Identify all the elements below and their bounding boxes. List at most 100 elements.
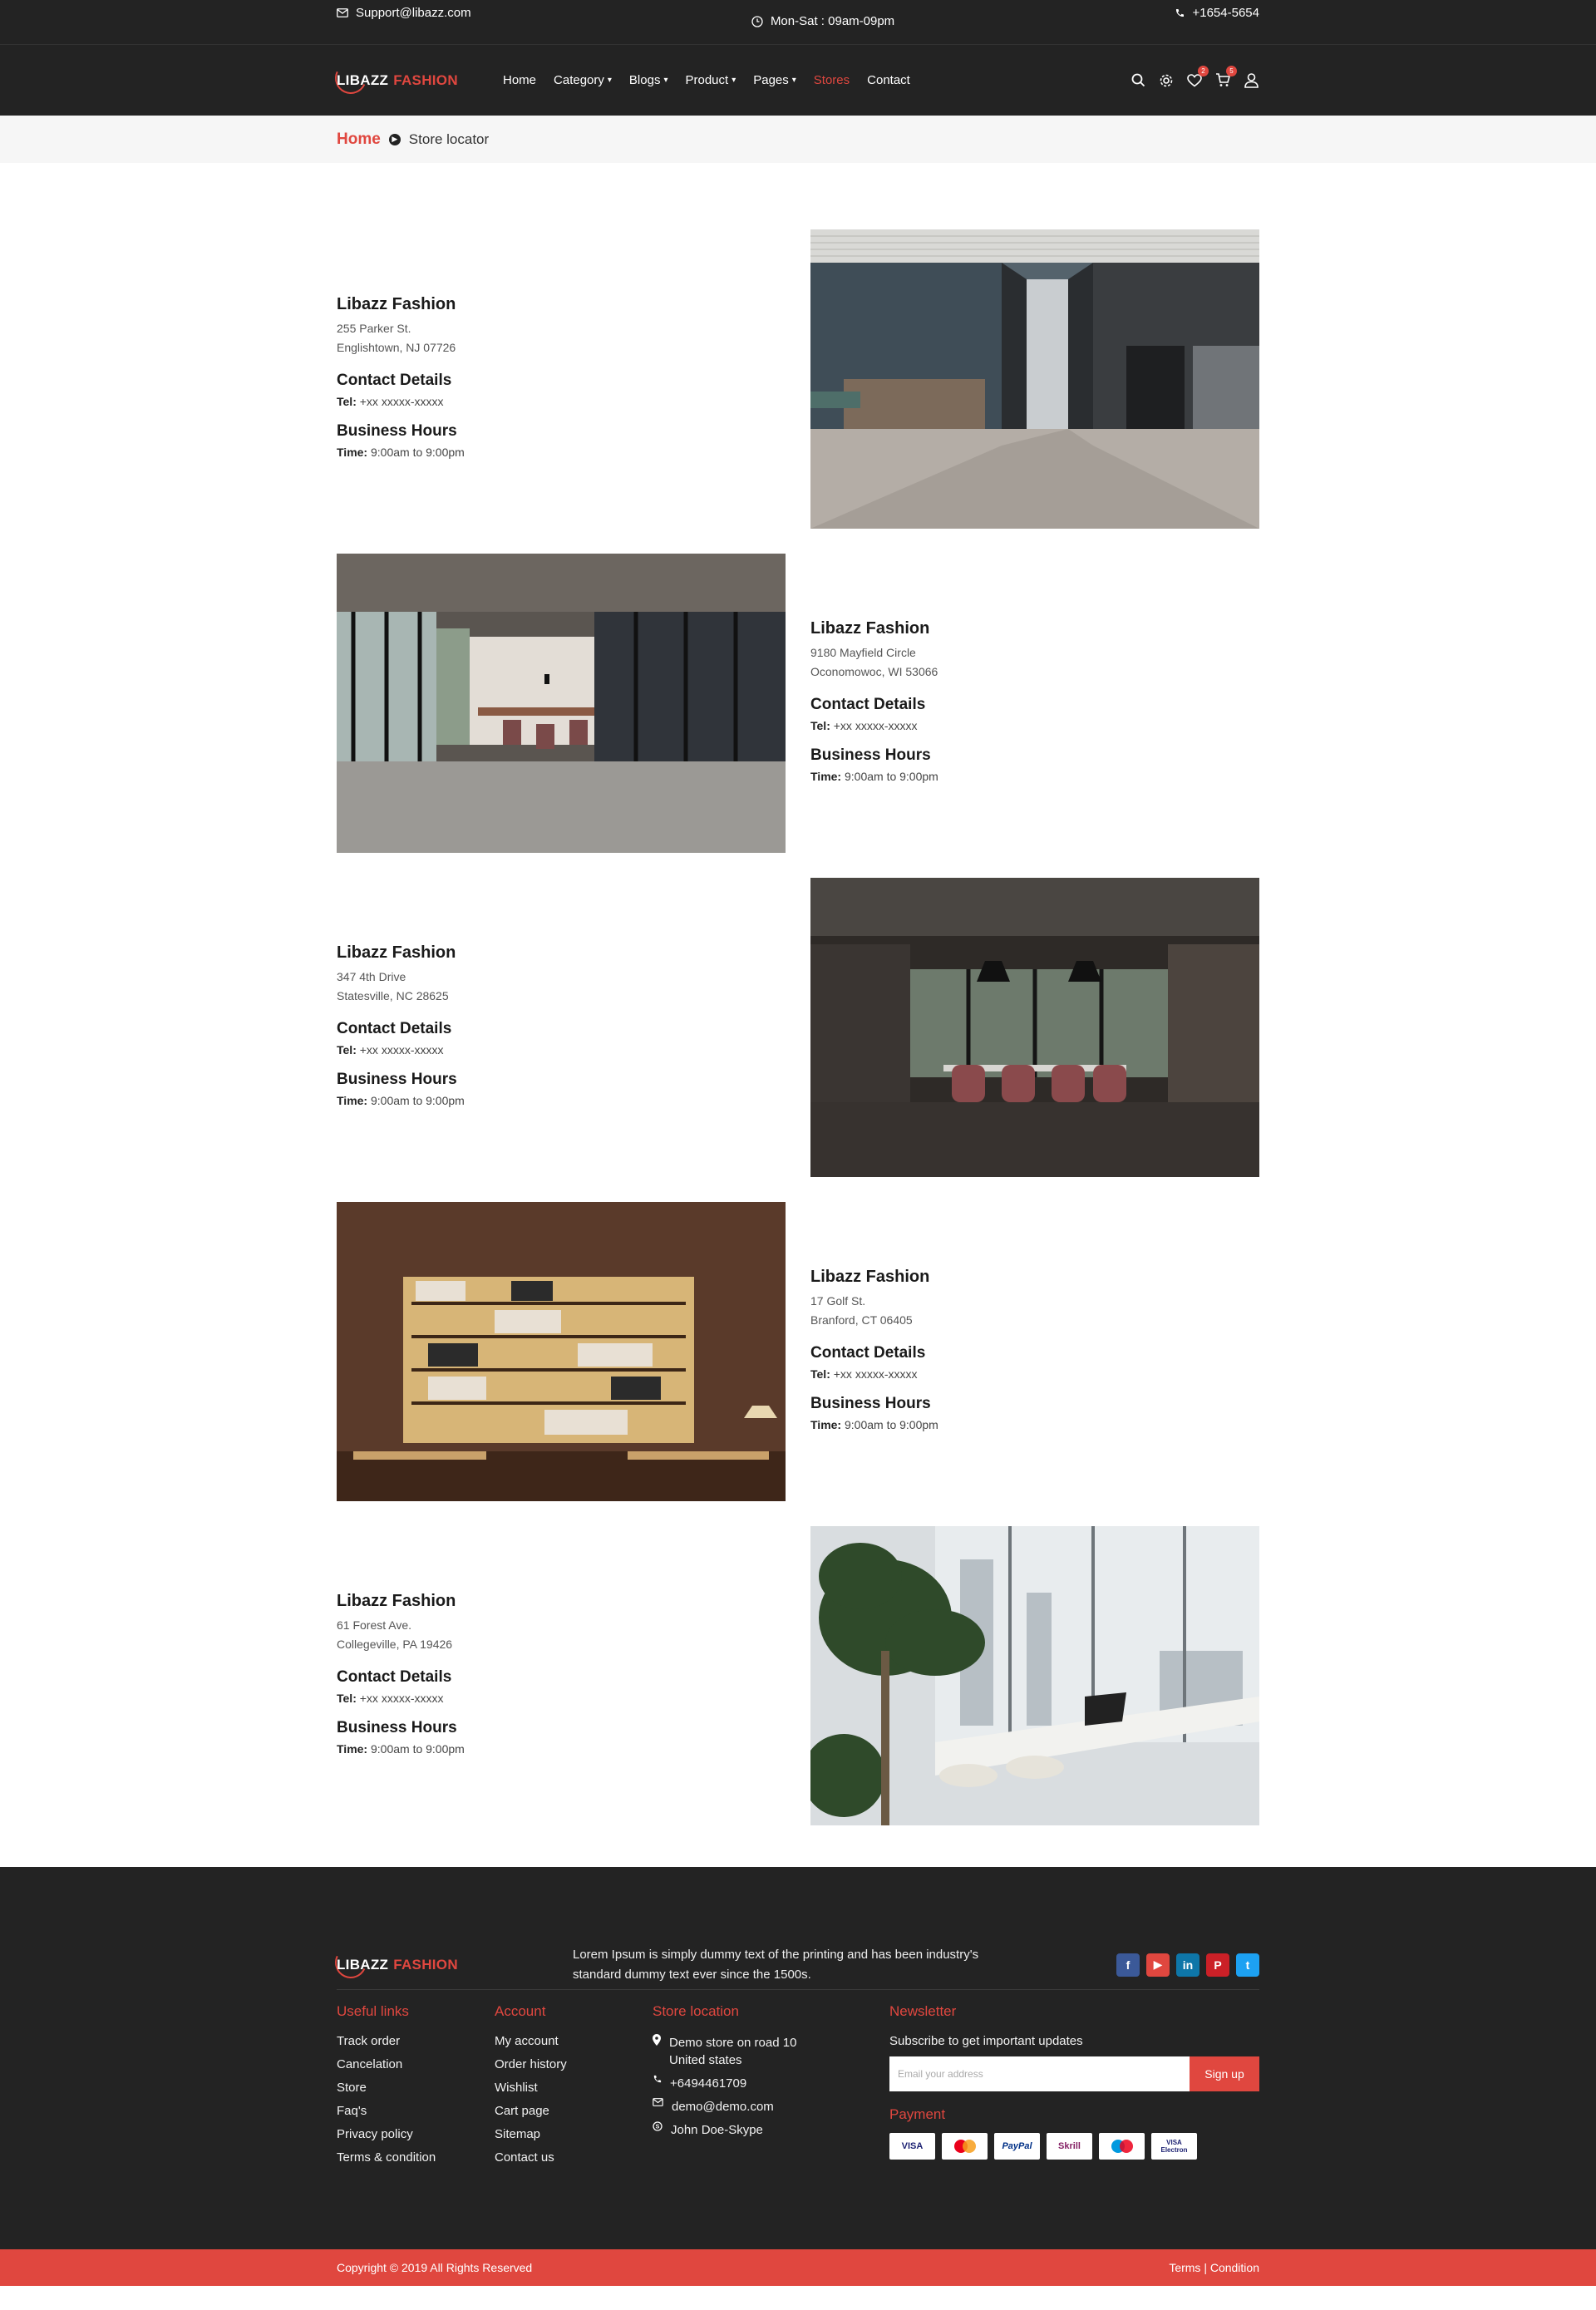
address-line-2: United states bbox=[669, 2053, 742, 2067]
store-tel: Tel: +xx xxxxx-xxxxx bbox=[337, 395, 786, 408]
footer-link-terms[interactable]: Terms & condition bbox=[337, 2150, 495, 2165]
footer-logo[interactable]: LIBAZZ FASHION bbox=[330, 1942, 573, 1982]
wishlist-heart-icon[interactable]: 2 bbox=[1186, 65, 1209, 89]
store-location-title: Store location bbox=[653, 2003, 739, 2019]
maestro-icon bbox=[1099, 2133, 1145, 2160]
youtube-icon[interactable]: ▶ bbox=[1146, 1953, 1170, 1977]
footer-phone-text: +6494461709 bbox=[670, 2076, 747, 2091]
nav-category[interactable]: Category ▾ bbox=[554, 73, 612, 87]
nav-pages[interactable]: Pages ▾ bbox=[753, 73, 796, 87]
tel-value: +xx xxxxx-xxxxx bbox=[359, 1691, 444, 1705]
time-label: Time: bbox=[337, 1741, 368, 1756]
payment-title: Payment bbox=[889, 2106, 946, 2122]
nav-home[interactable]: Home bbox=[503, 73, 536, 87]
breadcrumb-current: Store locator bbox=[408, 131, 490, 147]
store-city: Statesville, NC 28625 bbox=[337, 988, 449, 1002]
facebook-icon[interactable]: f bbox=[1116, 1953, 1140, 1977]
main-header: LIBAZZ FASHION Home Category ▾ Blogs ▾ Pro… bbox=[0, 45, 1596, 116]
footer-phone[interactable]: +6494461709 bbox=[653, 2075, 889, 2092]
header-actions: 2 5 bbox=[1130, 65, 1259, 89]
footer-link-sitemap[interactable]: Sitemap bbox=[495, 2127, 653, 2141]
breadcrumb: Home ▶ Store locator bbox=[0, 116, 1596, 163]
skype-icon: S bbox=[653, 2121, 663, 2131]
footer-email[interactable]: demo@demo.com bbox=[653, 2098, 889, 2115]
store-name: Libazz Fashion bbox=[337, 943, 456, 962]
cart-icon[interactable]: 5 bbox=[1214, 65, 1237, 89]
chevron-down-icon: ▾ bbox=[732, 76, 736, 85]
time-value: 9:00am to 9:00pm bbox=[844, 769, 938, 783]
footer-email-text: demo@demo.com bbox=[672, 2100, 774, 2114]
store-city: Oconomowoc, WI 53066 bbox=[810, 664, 938, 678]
footer-link-track-order[interactable]: Track order bbox=[337, 2034, 495, 2048]
store-street: 61 Forest Ave. bbox=[337, 1618, 412, 1632]
store-card: Libazz Fashion 347 4th Drive Statesville… bbox=[337, 878, 1259, 1177]
nav-contact-label: Contact bbox=[867, 73, 910, 87]
store-photo-library bbox=[337, 1202, 786, 1501]
mail-icon bbox=[653, 2098, 663, 2106]
footer-link-wishlist[interactable]: Wishlist bbox=[495, 2081, 653, 2095]
mail-icon bbox=[337, 8, 348, 17]
store-time: Time: 9:00am to 9:00pm bbox=[337, 446, 786, 459]
contact-heading: Contact Details bbox=[810, 695, 926, 713]
store-info: Libazz Fashion 61 Forest Ave. Collegevil… bbox=[337, 1526, 786, 1825]
twitter-icon[interactable]: t bbox=[1236, 1953, 1259, 1977]
tel-label: Tel: bbox=[810, 1367, 830, 1381]
settings-gear-icon[interactable] bbox=[1158, 72, 1175, 89]
pinterest-icon[interactable]: P bbox=[1206, 1953, 1229, 1977]
hours-heading: Business Hours bbox=[810, 1394, 931, 1412]
store-city: Englishtown, NJ 07726 bbox=[337, 340, 456, 354]
time-label: Time: bbox=[337, 1093, 368, 1107]
tel-value: +xx xxxxx-xxxxx bbox=[833, 718, 918, 732]
signup-button[interactable]: Sign up bbox=[1190, 2056, 1259, 2091]
footer-link-faqs[interactable]: Faq's bbox=[337, 2104, 495, 2118]
footer-skype-text: John Doe-Skype bbox=[671, 2123, 763, 2137]
store-list: Libazz Fashion 255 Parker St. Englishtow… bbox=[337, 163, 1259, 1825]
footer-link-cart-page[interactable]: Cart page bbox=[495, 2104, 653, 2118]
newsletter-email-input[interactable] bbox=[889, 2056, 1190, 2091]
chevron-down-icon: ▾ bbox=[663, 76, 668, 85]
social-links: f ▶ in P t bbox=[1116, 1953, 1259, 1977]
footer-link-cancelation[interactable]: Cancelation bbox=[337, 2057, 495, 2071]
store-city: Collegeville, PA 19426 bbox=[337, 1637, 453, 1651]
support-phone[interactable]: +1654-5654 bbox=[1175, 6, 1259, 20]
store-location-column: Store location Demo store on road 10 Unit… bbox=[653, 2003, 889, 2174]
store-time: Time: 9:00am to 9:00pm bbox=[810, 1418, 1259, 1431]
copyright-bar: Copyright © 2019 All Rights Reserved Ter… bbox=[0, 2249, 1596, 2286]
terms-link[interactable]: Terms | Condition bbox=[1169, 2261, 1259, 2274]
nav-stores[interactable]: Stores bbox=[814, 73, 850, 87]
chevron-down-icon: ▾ bbox=[607, 76, 612, 85]
store-info: Libazz Fashion 255 Parker St. Englishtow… bbox=[337, 229, 786, 529]
store-name: Libazz Fashion bbox=[337, 1591, 456, 1610]
footer-skype[interactable]: S John Doe-Skype bbox=[653, 2121, 889, 2139]
linkedin-icon[interactable]: in bbox=[1176, 1953, 1199, 1977]
logo-text-primary: LIBAZZ bbox=[337, 1956, 389, 1973]
hours-heading: Business Hours bbox=[337, 421, 457, 440]
footer-link-contact[interactable]: Contact us bbox=[495, 2150, 653, 2165]
nav-blogs[interactable]: Blogs ▾ bbox=[629, 73, 668, 87]
support-email[interactable]: Support@libazz.com bbox=[337, 6, 471, 20]
footer-top: LIBAZZ FASHION Lorem Ipsum is simply dum… bbox=[330, 1940, 1259, 1990]
footer-link-order-history[interactable]: Order history bbox=[495, 2057, 653, 2071]
footer-link-my-account[interactable]: My account bbox=[495, 2034, 653, 2048]
site-logo[interactable]: LIBAZZ FASHION bbox=[330, 57, 503, 98]
copyright-text: Copyright © 2019 All Rights Reserved bbox=[337, 2261, 533, 2274]
tel-value: +xx xxxxx-xxxxx bbox=[359, 394, 444, 408]
breadcrumb-home-link[interactable]: Home bbox=[337, 131, 381, 149]
time-value: 9:00am to 9:00pm bbox=[370, 445, 465, 459]
user-account-icon[interactable] bbox=[1243, 72, 1259, 89]
search-icon[interactable] bbox=[1130, 72, 1146, 89]
nav-contact[interactable]: Contact bbox=[867, 73, 910, 87]
footer-link-privacy[interactable]: Privacy policy bbox=[337, 2127, 495, 2141]
store-card: Libazz Fashion 255 Parker St. Englishtow… bbox=[337, 229, 1259, 529]
store-photo-corridor bbox=[810, 229, 1259, 529]
payment-methods: VISA PayPal Skrill VISA Electron bbox=[889, 2133, 1259, 2160]
store-city: Branford, CT 06405 bbox=[810, 1313, 913, 1327]
contact-heading: Contact Details bbox=[337, 371, 452, 389]
wishlist-count-badge: 2 bbox=[1198, 65, 1209, 76]
nav-product[interactable]: Product ▾ bbox=[685, 73, 736, 87]
useful-links-title: Useful links bbox=[337, 2003, 409, 2019]
footer-link-store[interactable]: Store bbox=[337, 2081, 495, 2095]
footer-address: Demo store on road 10 United states bbox=[653, 2034, 889, 2069]
store-tel: Tel: +xx xxxxx-xxxxx bbox=[810, 719, 1259, 732]
opening-hours-text: Mon-Sat : 09am-09pm bbox=[770, 14, 895, 28]
